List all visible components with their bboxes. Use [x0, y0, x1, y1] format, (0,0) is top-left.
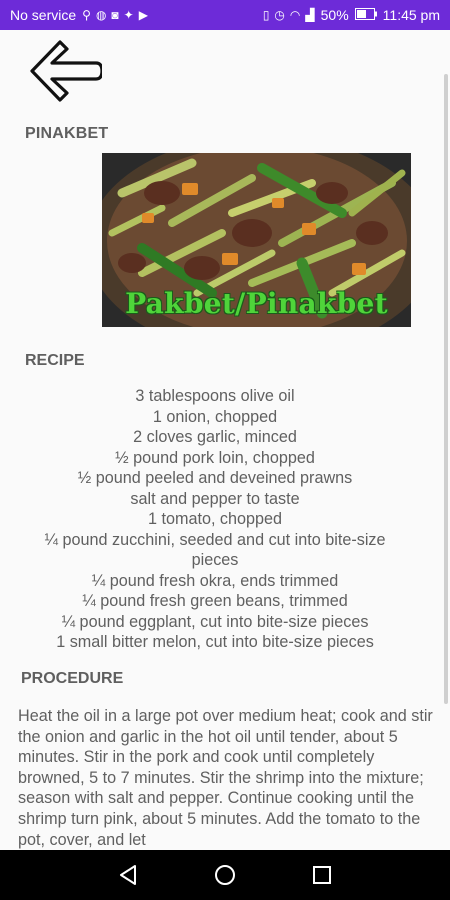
ingredient-item: ¼ pound fresh okra, ends trimmed — [91, 571, 339, 590]
nav-recents-button[interactable] — [302, 855, 342, 895]
ingredient-item: ½ pound pork loin, chopped — [115, 448, 315, 467]
triangle-back-icon — [120, 865, 137, 885]
wifi-icon: ◠ — [289, 8, 301, 22]
circle-home-icon — [214, 865, 235, 885]
usb-icon: ⚲ — [82, 8, 91, 22]
ingredient-item: 3 tablespoons olive oil — [135, 387, 295, 405]
dish-photo: Pakbet/Pinakbet — [102, 153, 411, 327]
nav-back-button[interactable] — [108, 855, 148, 895]
status-right: ▯ ◷ ◠ ▟ 50% 11:45 pm — [263, 7, 440, 23]
ingredient-item: ¼ pound eggplant, cut into bite-size pie… — [61, 612, 369, 631]
procedure-heading: PROCEDURE — [21, 670, 124, 687]
notification-icons: ⚲ ◍ ◙ ✦ ▶ — [82, 8, 148, 22]
instagram-icon: ◙ — [111, 8, 119, 22]
youtube-icon: ▶ — [138, 8, 148, 22]
alarm-icon: ◷ — [274, 8, 285, 22]
recipe-heading: RECIPE — [25, 352, 85, 369]
ingredient-list: 3 tablespoons olive oil 1 onion, chopped… — [20, 386, 410, 653]
status-left: No service ⚲ ◍ ◙ ✦ ▶ — [10, 7, 148, 23]
signal-icon: ▟ — [305, 8, 315, 22]
vibrate-icon: ▯ — [262, 8, 270, 22]
status-bar: No service ⚲ ◍ ◙ ✦ ▶ ▯ ◷ ◠ ▟ 50% 11:45 p… — [0, 0, 450, 30]
ingredient-item: 1 onion, chopped — [152, 407, 278, 426]
ingredient-item: ¼ pound zucchini, seeded and cut into bi… — [44, 530, 386, 570]
system-icons: ▯ ◷ ◠ ▟ — [263, 8, 315, 22]
page-title: PINAKBET — [25, 125, 109, 142]
procedure-text: Heat the oil in a large pot over medium … — [18, 707, 433, 849]
square-recents-icon — [312, 866, 331, 884]
dish-caption: Pakbet/Pinakbet — [125, 287, 388, 320]
arrow-left-icon — [30, 40, 102, 102]
battery-icon — [354, 7, 377, 23]
messenger-icon: ◍ — [95, 8, 107, 22]
ingredient-item: 1 small bitter melon, cut into bite-size… — [56, 633, 374, 651]
scrollbar[interactable] — [444, 74, 448, 704]
ingredient-item: 1 tomato, chopped — [147, 510, 283, 528]
twitter-icon: ✦ — [123, 8, 134, 22]
battery-percent: 50% — [320, 7, 349, 23]
ingredient-item: 2 cloves garlic, minced — [133, 428, 297, 446]
clock: 11:45 pm — [382, 7, 440, 23]
ingredient-item: salt and pepper to taste — [130, 489, 300, 508]
ingredient-item: ½ pound peeled and deveined prawns — [77, 469, 353, 487]
carrier-label: No service — [10, 7, 77, 23]
navigation-bar — [0, 850, 450, 900]
ingredient-item: ¼ pound fresh green beans, trimmed — [82, 592, 348, 610]
nav-home-button[interactable] — [205, 855, 245, 895]
recipe-scroll-view[interactable]: PINAKBET Pakbet/Pinakbet RECIPE 3 tables… — [0, 30, 450, 850]
back-button[interactable] — [24, 38, 106, 104]
